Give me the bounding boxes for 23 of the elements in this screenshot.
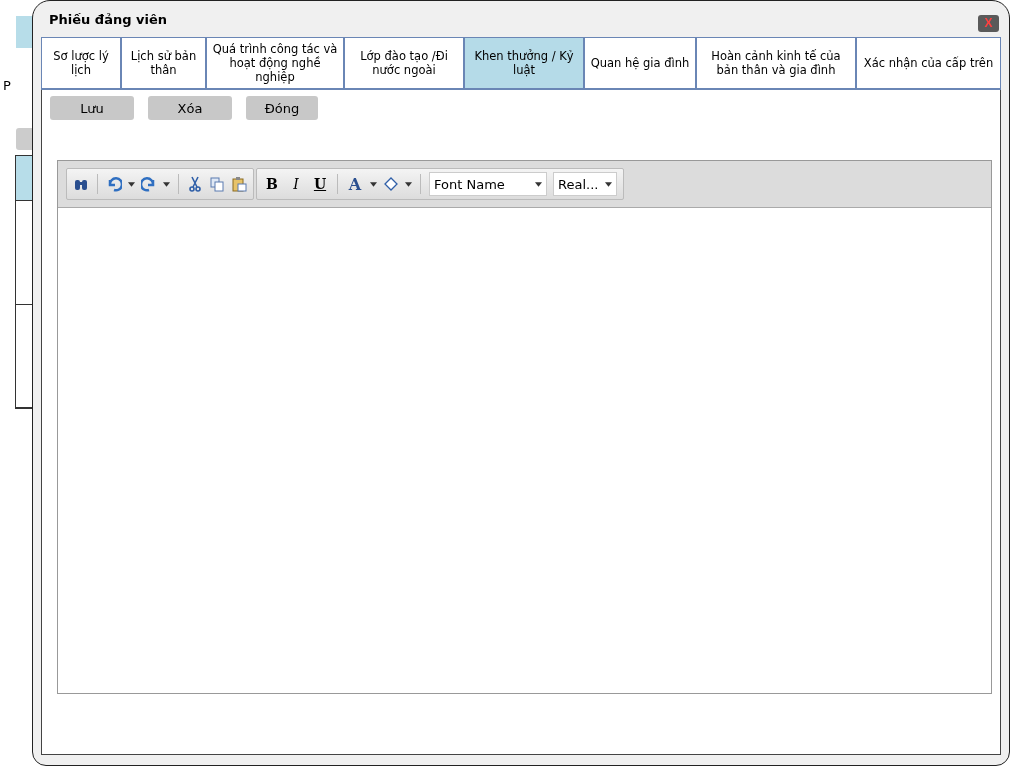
tab[interactable]: Khen thưởng / Kỷ luật — [465, 38, 585, 88]
font-size-dropdown[interactable]: Real... — [553, 172, 617, 196]
bold-button[interactable]: B — [263, 176, 281, 192]
caret-icon[interactable] — [405, 181, 412, 187]
caret-icon[interactable] — [163, 181, 170, 187]
undo-icon[interactable] — [106, 176, 122, 192]
clipboard-icon[interactable] — [231, 176, 247, 192]
copy-icon[interactable] — [209, 176, 225, 192]
caret-icon[interactable] — [128, 181, 135, 187]
window-title: Phiếu đảng viên — [49, 11, 167, 27]
action-button[interactable]: Lưu — [50, 96, 134, 120]
caret-icon[interactable] — [535, 181, 542, 187]
caret-icon[interactable] — [605, 181, 612, 187]
scissors-icon[interactable] — [187, 176, 203, 192]
redo-icon[interactable] — [141, 176, 157, 192]
font-color-button[interactable]: A — [346, 174, 364, 194]
font-name-dropdown[interactable]: Font Name — [429, 172, 547, 196]
caret-icon[interactable] — [370, 181, 377, 187]
action-button[interactable]: Xóa — [148, 96, 232, 120]
action-button[interactable]: Đóng — [246, 96, 318, 120]
underline-button[interactable]: U — [311, 176, 329, 192]
italic-button[interactable]: I — [287, 176, 305, 192]
background-label: P — [3, 78, 11, 93]
